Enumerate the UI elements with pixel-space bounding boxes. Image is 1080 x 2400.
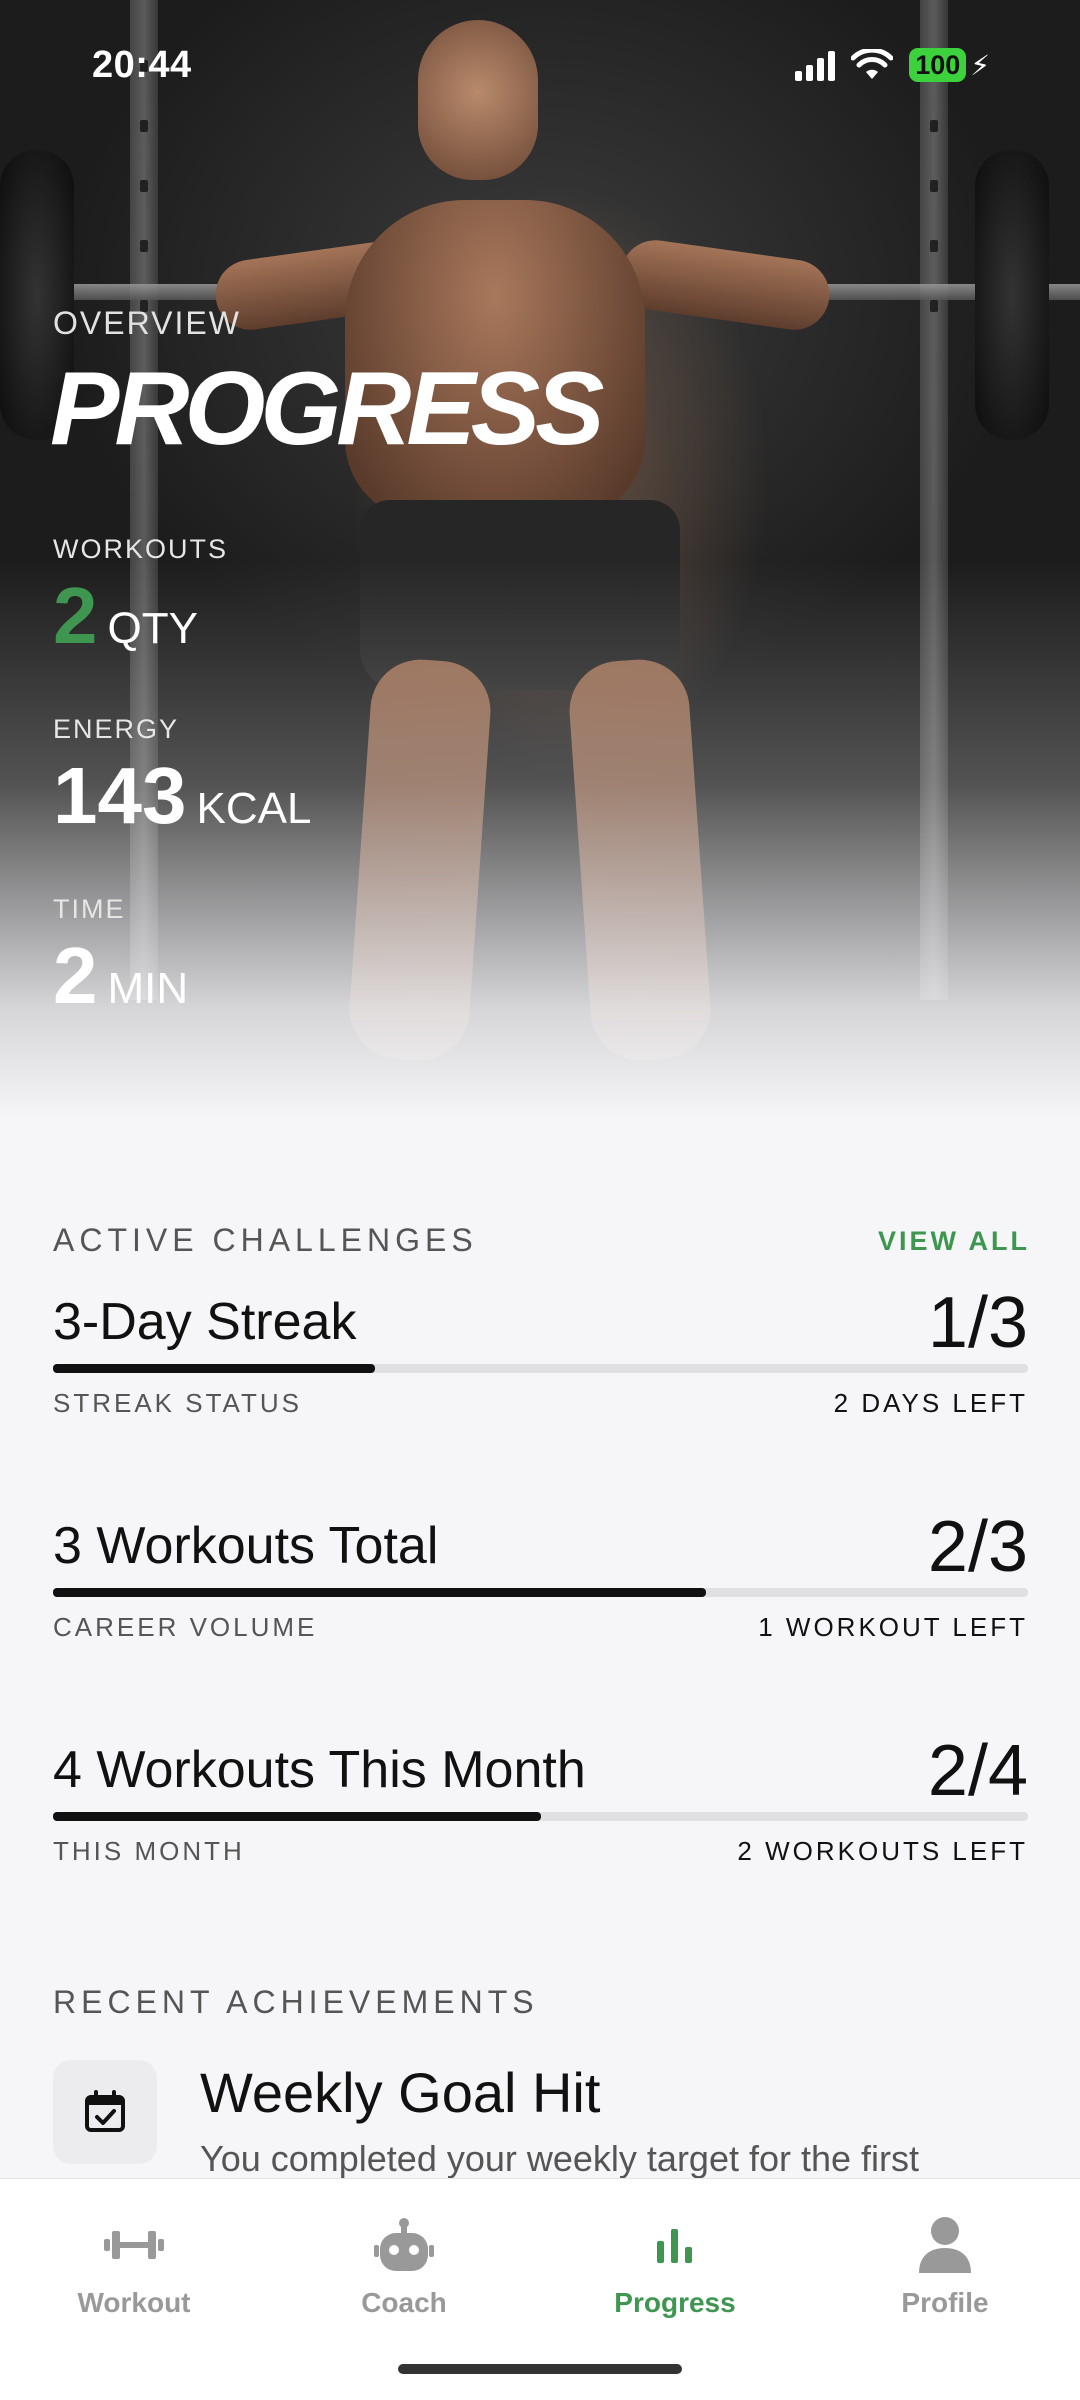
challenge-progress-fill [53,1812,541,1821]
tab-profile-label: Profile [901,2287,989,2318]
calendar-check-icon [85,2090,125,2132]
bar-chart-icon [657,2229,692,2263]
challenge-remaining: 2 DAYS LEFT [833,1388,1028,1418]
battery-level: 100 [909,48,967,82]
status-time: 20:44 [92,44,192,86]
wifi-icon [851,49,894,79]
tab-coach-label: Coach [361,2287,447,2318]
challenge-name: 4 Workouts This Month [53,1741,586,1799]
signal-icon [795,49,836,81]
tab-progress[interactable]: Progress [575,2209,775,2319]
page-title: PROGRESS [50,351,604,467]
recent-achievements-heading: RECENT ACHIEVEMENTS [53,1984,539,2020]
energy-stat-value: 143 KCAL [53,750,311,842]
energy-stat-label: ENERGY [53,714,180,744]
time-stat-value: 2 MIN [53,930,188,1022]
dumbbell-icon [104,2231,164,2259]
tab-profile[interactable]: Profile [845,2209,1045,2319]
achievement-title: Weekly Goal Hit [200,2061,601,2124]
challenge-remaining: 2 WORKOUTS LEFT [737,1836,1028,1866]
workouts-unit: QTY [107,604,198,653]
challenge-remaining: 1 WORKOUT LEFT [758,1612,1028,1642]
battery-charging-icon: 100 ⚡ [909,48,990,82]
tab-progress-label: Progress [614,2287,736,2318]
challenge-name: 3 Workouts Total [53,1517,439,1575]
workouts-stat-label: WORKOUTS [53,534,228,564]
challenge-subtitle: THIS MONTH [53,1836,245,1866]
status-icons: 100 ⚡ [795,48,990,82]
challenge-progress-track [53,1812,1028,1821]
challenge-subtitle: STREAK STATUS [53,1388,302,1418]
person-icon [919,2217,971,2273]
challenge-progress-fill [53,1364,375,1373]
challenge-name: 3-Day Streak [53,1293,357,1351]
challenge-subtitle: CAREER VOLUME [53,1612,318,1642]
tab-workout-label: Workout [77,2287,191,2318]
robot-icon [374,2218,434,2271]
tab-coach[interactable]: Coach [304,2209,504,2319]
achievement-icon-tile [53,2060,157,2164]
challenge-progress-track [53,1364,1028,1373]
challenge-progress-track [53,1588,1028,1597]
home-indicator [398,2364,682,2374]
time-unit: MIN [107,964,189,1013]
challenge-ratio: 1/3 [927,1283,1028,1363]
challenge-ratio: 2/4 [927,1731,1028,1811]
achievement-description: You completed your weekly target for the… [200,2138,920,2179]
workouts-stat-value: 2 QTY [53,570,198,662]
energy-unit: KCAL [196,784,312,833]
time-count: 2 [53,931,98,1020]
energy-count: 143 [53,751,187,840]
challenge-progress-fill [53,1588,707,1597]
view-all-link[interactable]: VIEW ALL [878,1226,1030,1257]
overview-label: OVERVIEW [53,305,241,341]
workouts-count: 2 [53,571,98,660]
tab-workout[interactable]: Workout [34,2209,234,2319]
time-stat-label: TIME [53,894,126,924]
challenge-ratio: 2/3 [927,1507,1028,1587]
active-challenges-heading: ACTIVE CHALLENGES [53,1222,478,1258]
